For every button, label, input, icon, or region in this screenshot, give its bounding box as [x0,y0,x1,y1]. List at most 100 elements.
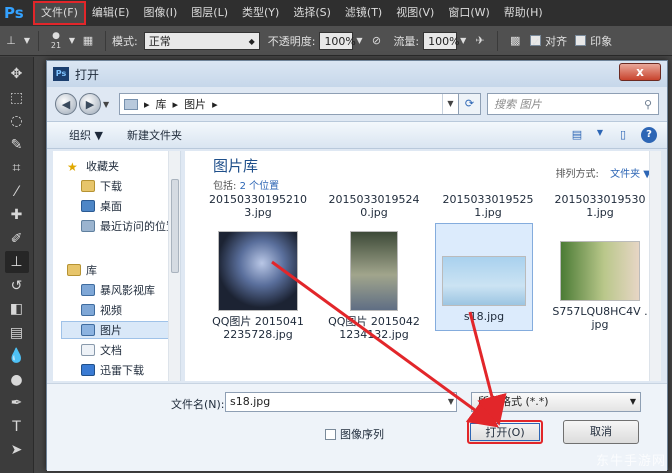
preview-pane-icon[interactable]: ▯ [615,128,631,142]
menu-file[interactable]: 文件(F) [33,1,86,25]
move-tool-icon[interactable]: ✥ [5,63,29,85]
file-item[interactable]: S757LQU8HC4V .jpg [551,227,649,331]
airbrush-icon[interactable]: ✈ [469,31,491,51]
menu-help[interactable]: 帮助(H) [497,2,550,24]
type-tool-icon[interactable]: T [5,416,29,438]
sort-dropdown[interactable]: 文件夹 ▼ [610,169,651,180]
cancel-button[interactable]: 取消 [563,420,639,444]
scrollbar-thumb[interactable] [171,179,179,273]
forward-button[interactable]: ▶ [79,93,101,115]
menu-filter[interactable]: 滤镜(T) [338,2,389,24]
path-select-tool-icon[interactable]: ➤ [5,439,29,461]
history-brush-tool-icon[interactable]: ↺ [5,275,29,297]
file-item[interactable]: 20150330195210 3.jpg [209,193,307,219]
spinner-icon: ◆ [248,36,255,46]
nav-favorites-label: 收藏夹 [86,160,119,173]
file-item-selected[interactable]: s18.jpg [435,223,533,331]
nav-documents[interactable]: 文档 [81,341,122,359]
tablet-pressure-icon[interactable]: ▩ [504,31,526,51]
menu-window[interactable]: 窗口(W) [441,2,496,24]
eyedropper-tool-icon[interactable]: ⁄ [5,181,29,203]
view-options-icon[interactable]: ▤ [569,128,585,142]
crop-tool-icon[interactable]: ⌗ [5,157,29,179]
format-select[interactable]: 所有格式 (*.*) ▼ [471,392,641,412]
photoshop-logo: Ps [4,4,24,22]
marquee-tool-icon[interactable]: ⬚ [5,87,29,109]
filename-dropdown-icon[interactable]: ▼ [448,393,454,411]
menu-select[interactable]: 选择(S) [286,2,338,24]
healing-brush-tool-icon[interactable]: ✚ [5,204,29,226]
search-icon[interactable]: ⚲ [638,98,658,111]
new-folder-button[interactable]: 新建文件夹 [127,127,182,143]
locations-link[interactable]: 2 个位置 [240,181,280,192]
pressure-opacity-icon[interactable]: ⊘ [365,31,387,51]
sample-checkbox[interactable] [575,35,587,46]
nav-favorites[interactable]: ★ 收藏夹 [67,157,119,175]
image-sequence-option[interactable]: 图像序列 [325,426,384,442]
dropdown-arrow-icon[interactable]: ▼ [67,31,77,51]
mode-value: 正常 [148,34,171,48]
file-name: S757LQU8HC4V .jpg [552,305,648,331]
dropdown-arrow-icon[interactable]: ▼ [457,31,469,51]
back-button[interactable]: ◀ [55,93,77,115]
quick-select-tool-icon[interactable]: ✎ [5,134,29,156]
history-dropdown[interactable]: ▼ [103,100,115,109]
nav-downloads[interactable]: 下载 [81,177,122,195]
clone-stamp-tool-icon[interactable]: ⊥ [0,31,22,51]
brush-tool-icon[interactable]: ✐ [5,228,29,250]
image-thumbnail [442,256,526,306]
breadcrumb-sep-icon: ▸ [212,97,218,111]
nav-pictures[interactable]: 图片 [61,321,177,339]
brush-panel-icon[interactable]: ▦ [77,31,99,51]
blur-tool-icon[interactable]: 💧 [5,345,29,367]
navigation-scrollbar[interactable] [168,151,180,381]
opacity-input[interactable]: 100% [319,31,356,50]
pictures-icon [81,324,95,336]
menu-image[interactable]: 图像(I) [136,2,184,24]
gradient-tool-icon[interactable]: ▤ [5,322,29,344]
menu-view[interactable]: 视图(V) [389,2,441,24]
close-button[interactable]: x [619,63,661,81]
dialog-titlebar: Ps 打开 [47,61,667,87]
breadcrumb-libraries[interactable]: 库 [156,96,167,112]
nav-videos[interactable]: 视频 [81,301,122,319]
refresh-button[interactable]: ⟳ [459,93,481,115]
menu-type[interactable]: 类型(Y) [235,2,286,24]
open-button[interactable]: 打开(O) [467,420,543,444]
file-item[interactable]: 20150330195240.jpg [325,193,423,219]
nav-desktop[interactable]: 桌面 [81,197,122,215]
dropdown-arrow-icon[interactable]: ▼ [22,31,32,51]
nav-recent[interactable]: 最近访问的位置 [81,217,177,235]
brush-preset-icon[interactable]: ● 21 [45,31,67,51]
pen-tool-icon[interactable]: ✒ [5,392,29,414]
menu-edit[interactable]: 编辑(E) [85,2,137,24]
nav-xunlei[interactable]: 迅雷下载 [81,361,144,379]
lasso-tool-icon[interactable]: ◌ [5,110,29,132]
command-bar: 组织 ▼ 新建文件夹 ▤ ▼ ▯ ? [47,121,667,149]
clone-stamp-tool-icon[interactable]: ⊥ [4,251,29,273]
file-item[interactable]: QQ图片 20150412235728.jpg [209,227,307,341]
nav-libraries[interactable]: 库 [67,261,97,279]
file-view-scrollbar[interactable] [649,151,661,381]
search-input[interactable]: 搜索 图片 ⚲ [487,93,659,115]
file-item[interactable]: 20150330195301.jpg [551,193,649,219]
align-checkbox[interactable]: ✓ [530,35,542,49]
mode-select[interactable]: 正常 ◆ [143,31,260,50]
image-sequence-checkbox[interactable] [325,428,336,440]
nav-storm-video[interactable]: 暴风影视库 [81,281,155,299]
breadcrumb-pictures[interactable]: 图片 [184,96,206,112]
filename-input[interactable]: s18.jpg ▼ [225,392,457,412]
file-item[interactable]: 20150330195251.jpg [439,193,537,219]
file-item[interactable]: QQ图片 20150421234132.jpg [325,227,423,341]
dodge-tool-icon[interactable]: ● [5,369,29,391]
dropdown-arrow-icon[interactable]: ▼ [353,31,365,51]
organize-button[interactable]: 组织 ▼ [69,127,103,143]
address-bar[interactable]: ▸ 库 ▸ 图片 ▸ ▼ [119,93,459,115]
view-dropdown-icon[interactable]: ▼ [595,128,605,142]
menu-layer[interactable]: 图层(L) [184,2,235,24]
image-thumbnail [218,231,298,311]
help-button[interactable]: ? [641,127,657,143]
flow-input[interactable]: 100% [423,31,460,50]
address-dropdown[interactable]: ▼ [442,94,458,114]
eraser-tool-icon[interactable]: ◧ [5,298,29,320]
